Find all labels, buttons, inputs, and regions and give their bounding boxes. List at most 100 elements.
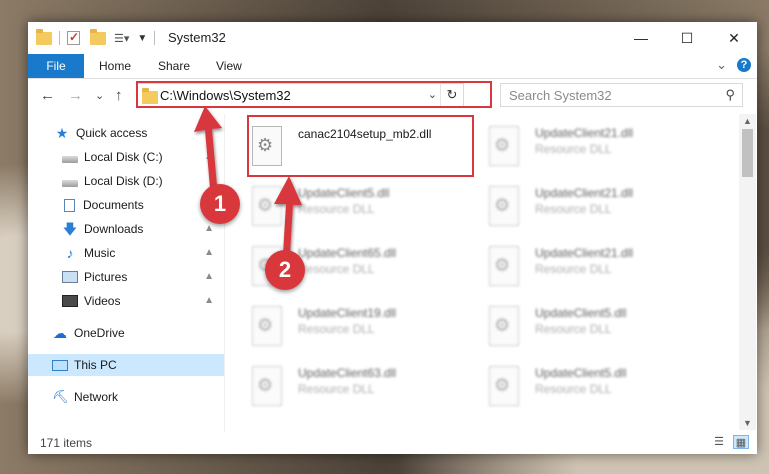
cloud-icon: ☁ (53, 325, 67, 341)
pin-icon: ▲ (204, 151, 214, 162)
file-name: UpdateClient63.dll (298, 366, 397, 380)
sidebar-item-quick-access[interactable]: ★ Quick access (28, 122, 224, 144)
highlight-box-file (247, 115, 474, 177)
pane-divider (224, 114, 225, 432)
maximize-button[interactable]: ☐ (664, 22, 710, 54)
file-name: UpdateClient21.dll (535, 246, 634, 260)
pin-icon: ▲ (204, 295, 214, 306)
file-type: Resource DLL (298, 202, 375, 216)
search-icon[interactable]: ⚲ (725, 87, 735, 103)
file-tile[interactable]: UpdateClient21.dll Resource DLL (487, 120, 707, 172)
window-title: System32 (168, 30, 226, 45)
dll-file-icon (489, 366, 519, 406)
title-bar: ☰▾ ▼ System32 — ☐ ✕ (28, 22, 757, 54)
file-name: UpdateClient19.dll (298, 306, 397, 320)
dll-file-icon (489, 126, 519, 166)
sidebar-item-network[interactable]: ⛏ Network (28, 386, 224, 408)
sidebar-item-label: Network (74, 390, 119, 404)
sidebar-item-local-disk-d[interactable]: Local Disk (D:) (28, 170, 224, 192)
file-type: Resource DLL (535, 262, 612, 276)
sidebar-item-label: This PC (74, 358, 117, 372)
file-tile[interactable]: UpdateClient21.dll Resource DLL (487, 240, 707, 292)
folder-icon[interactable] (36, 28, 52, 45)
file-type: Resource DLL (535, 142, 612, 156)
drive-icon (62, 155, 78, 163)
ribbon: File Home Share View ⌄ ? (28, 54, 757, 79)
close-button[interactable]: ✕ (711, 22, 757, 54)
sidebar-item-pictures[interactable]: Pictures ▲ (28, 266, 224, 288)
music-icon: ♪ (66, 245, 74, 261)
documents-icon (64, 198, 75, 212)
file-tile[interactable]: UpdateClient5.dll Resource DLL (487, 300, 707, 352)
recent-locations-button[interactable]: ⌄ (95, 89, 104, 102)
tab-home[interactable]: Home (99, 59, 131, 73)
sidebar-item-label: Videos (84, 294, 121, 308)
highlight-box-address (136, 81, 492, 108)
file-name: UpdateClient21.dll (535, 186, 634, 200)
file-type: Resource DLL (535, 382, 612, 396)
file-name: UpdateClient21.dll (535, 126, 634, 140)
file-tile[interactable]: UpdateClient5.dll Resource DLL (487, 360, 707, 412)
new-folder-icon[interactable] (90, 28, 106, 45)
dll-file-icon (489, 306, 519, 346)
sidebar-item-videos[interactable]: Videos ▲ (28, 290, 224, 312)
vertical-scrollbar[interactable]: ▲ ▼ (739, 114, 756, 430)
file-type: Resource DLL (298, 382, 375, 396)
pictures-icon (62, 271, 78, 283)
star-icon: ★ (55, 125, 69, 141)
downloads-icon: 🡇 (62, 221, 78, 237)
scroll-up-icon[interactable]: ▲ (743, 116, 752, 126)
back-button[interactable]: ← (40, 87, 55, 104)
file-tile[interactable]: UpdateClient19.dll Resource DLL (250, 300, 470, 352)
tab-share[interactable]: Share (158, 59, 190, 73)
expand-ribbon-icon[interactable]: ⌄ (716, 58, 727, 71)
videos-icon (62, 295, 78, 307)
file-type: Resource DLL (535, 202, 612, 216)
up-button[interactable]: ↑ (115, 87, 123, 104)
sidebar-item-label: Documents (83, 198, 144, 212)
file-type: Resource DLL (298, 262, 375, 276)
scrollbar-thumb[interactable] (742, 129, 753, 177)
forward-button[interactable]: → (68, 87, 83, 104)
file-tile[interactable]: UpdateClient63.dll Resource DLL (250, 360, 470, 412)
dll-file-icon (489, 246, 519, 286)
status-bar: 171 items ☰ ▦ (28, 432, 757, 454)
pin-icon: ▲ (204, 271, 214, 282)
details-view-icon[interactable]: ☰ (711, 435, 727, 449)
sidebar-item-onedrive[interactable]: ☁ OneDrive (28, 322, 224, 344)
file-name: UpdateClient5.dll (535, 366, 627, 380)
item-count: 171 items (40, 436, 93, 450)
step-badge-2: 2 (265, 250, 305, 290)
file-tile[interactable]: UpdateClient5.dll Resource DLL (250, 180, 470, 232)
separator (154, 31, 156, 45)
sidebar-item-local-disk-c[interactable]: Local Disk (C:) ▲ (28, 146, 224, 168)
network-icon: ⛏ (52, 389, 69, 404)
sidebar-item-label: Local Disk (D:) (84, 174, 163, 188)
sidebar-item-music[interactable]: ♪ Music ▲ (28, 242, 224, 264)
tab-file[interactable]: File (28, 54, 84, 78)
drive-icon (62, 179, 78, 187)
scroll-down-icon[interactable]: ▼ (743, 418, 752, 428)
search-box[interactable]: Search System32 ⚲ (500, 83, 743, 107)
sidebar-item-label: Quick access (76, 126, 148, 140)
toolbar-dropdown-icon[interactable]: ▼ (137, 33, 147, 44)
file-name: UpdateClient5.dll (535, 306, 627, 320)
large-icons-view-icon[interactable]: ▦ (733, 435, 749, 449)
customize-toolbar-icon[interactable]: ☰▾ (114, 32, 129, 45)
tab-view[interactable]: View (216, 59, 242, 73)
properties-icon[interactable] (67, 30, 80, 45)
sidebar-item-this-pc[interactable]: This PC (28, 354, 224, 376)
sidebar-item-documents[interactable]: Documents (28, 194, 224, 216)
minimize-button[interactable]: — (618, 22, 664, 54)
dll-file-icon (252, 366, 282, 406)
pin-icon: ▲ (204, 223, 214, 234)
search-input[interactable]: Search System32 (509, 88, 612, 103)
file-tile[interactable]: UpdateClient21.dll Resource DLL (487, 180, 707, 232)
separator (59, 31, 60, 45)
sidebar-item-downloads[interactable]: 🡇 Downloads ▲ (28, 218, 224, 240)
help-icon[interactable]: ? (737, 58, 751, 72)
dll-file-icon (252, 186, 282, 226)
file-type: Resource DLL (535, 322, 612, 336)
dll-file-icon (252, 306, 282, 346)
sidebar-item-label: OneDrive (74, 326, 125, 340)
